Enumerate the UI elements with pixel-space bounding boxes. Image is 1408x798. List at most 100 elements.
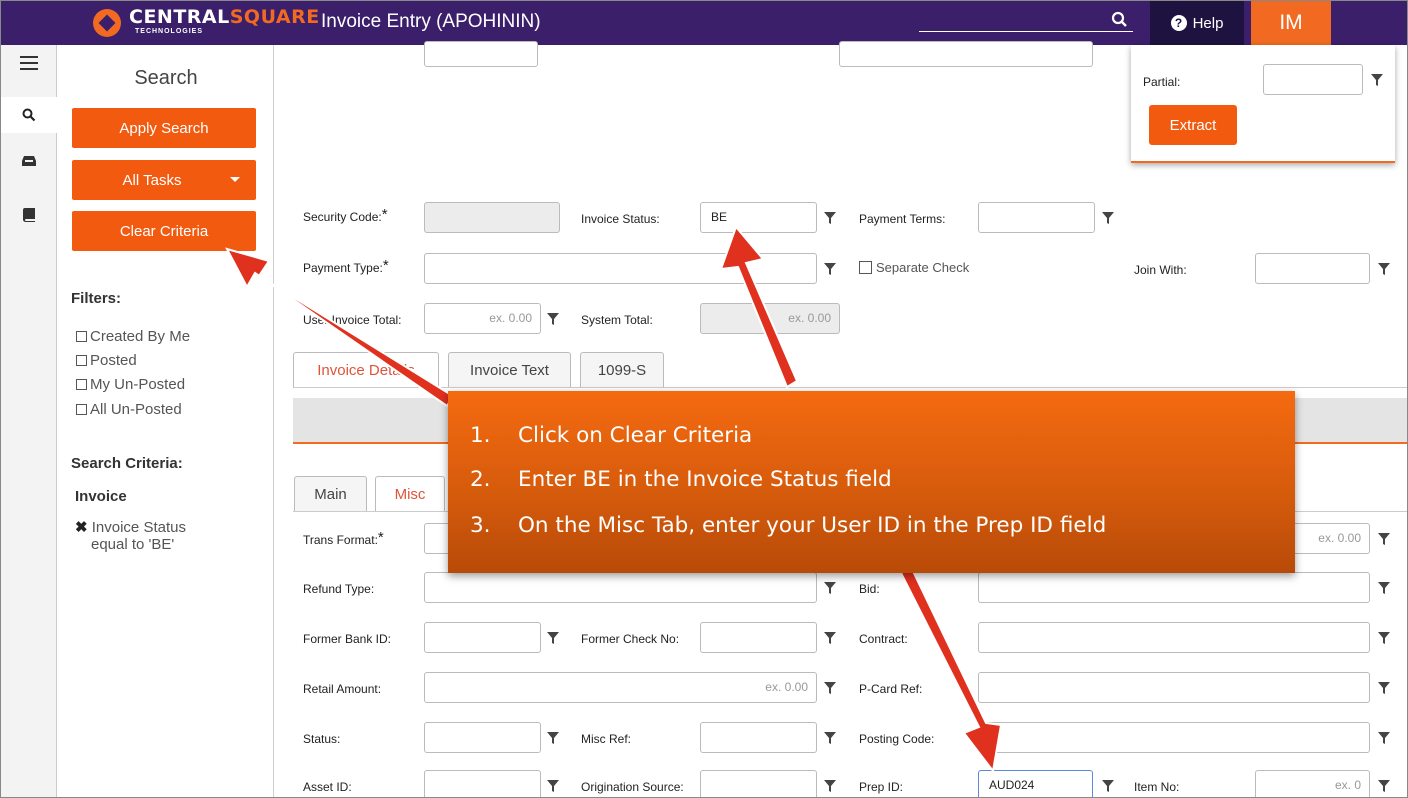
tab-invoice-details[interactable]: Invoice Details <box>293 352 439 388</box>
filter-icon[interactable] <box>1102 780 1114 792</box>
filter-all-un-posted[interactable]: All Un-Posted <box>76 401 182 418</box>
former-check-no-field[interactable] <box>700 622 817 653</box>
callout-step-1: 1. Click on Clear Criteria <box>470 423 753 448</box>
partial-label: Partial: <box>1143 75 1181 89</box>
filter-icon[interactable] <box>824 732 836 744</box>
filter-icon[interactable] <box>824 780 836 792</box>
tab-misc[interactable]: Misc <box>375 476 445 512</box>
posting-code-field[interactable] <box>978 722 1370 753</box>
tab-main[interactable]: Main <box>294 476 367 512</box>
p-card-ref-field[interactable] <box>978 672 1370 703</box>
filter-icon[interactable] <box>547 732 559 744</box>
filter-icon[interactable] <box>824 682 836 694</box>
brand-subtitle: TECHNOLOGIES <box>135 28 204 35</box>
criteria-group-invoice: Invoice <box>75 488 127 505</box>
tab-invoice-text[interactable]: Invoice Text <box>448 352 571 388</box>
user-avatar[interactable]: IM <box>1251 1 1331 45</box>
misc-ref-label: Misc Ref: <box>581 732 632 746</box>
top-field-a[interactable] <box>424 41 538 67</box>
inbox-icon[interactable] <box>1 143 57 179</box>
criteria-item: ✖ Invoice Status equal to 'BE' <box>75 519 186 553</box>
retail-amount-field[interactable]: ex. 0.00 <box>424 672 817 703</box>
filter-icon[interactable] <box>1378 732 1390 744</box>
filter-icon[interactable] <box>824 632 836 644</box>
tab-1099-s[interactable]: 1099-S <box>580 352 664 388</box>
filter-icon[interactable] <box>1371 74 1383 86</box>
security-code-label: Security Code:* <box>303 206 388 224</box>
global-search-input[interactable] <box>919 31 1133 32</box>
filter-icon[interactable] <box>547 780 559 792</box>
icon-rail <box>1 45 57 797</box>
filter-icon[interactable] <box>1378 263 1390 275</box>
system-total-label: System Total: <box>581 313 653 327</box>
security-code-field[interactable] <box>424 202 560 233</box>
status-field[interactable] <box>424 722 541 753</box>
filter-icon[interactable] <box>547 313 559 325</box>
search-icon[interactable] <box>1 97 57 133</box>
filter-icon[interactable] <box>824 212 836 224</box>
asset-id-field[interactable] <box>424 770 541 797</box>
user-invoice-total-label: User Invoice Total: <box>303 313 402 327</box>
filter-icon[interactable] <box>1378 632 1390 644</box>
checkbox-icon <box>76 379 87 390</box>
invoice-status-label: Invoice Status: <box>581 212 660 226</box>
help-label: Help <box>1192 14 1224 32</box>
filter-icon[interactable] <box>1378 533 1390 545</box>
filter-created-by-me[interactable]: Created By Me <box>76 328 190 345</box>
contract-label: Contract: <box>859 632 908 646</box>
help-button[interactable]: ? Help <box>1150 1 1244 45</box>
filter-icon[interactable] <box>547 632 559 644</box>
partial-field[interactable] <box>1263 64 1363 95</box>
screen: CENTRALSQUARE TECHNOLOGIES Invoice Entry… <box>0 0 1408 798</box>
top-field-b[interactable] <box>839 41 1093 67</box>
apply-search-button[interactable]: Apply Search <box>72 108 256 148</box>
remove-criteria-icon[interactable]: ✖ <box>75 519 88 536</box>
filter-posted[interactable]: Posted <box>76 352 137 369</box>
menu-icon[interactable] <box>1 45 57 81</box>
payment-terms-field[interactable] <box>978 202 1095 233</box>
misc-ref-field[interactable] <box>700 722 817 753</box>
refund-type-label: Refund Type: <box>303 582 375 596</box>
retail-amount-label: Retail Amount: <box>303 682 382 696</box>
all-tasks-dropdown[interactable]: All Tasks <box>72 160 256 200</box>
filter-my-un-posted[interactable]: My Un-Posted <box>76 376 185 393</box>
payment-type-label: Payment Type:* <box>303 257 389 275</box>
search-panel-title: Search <box>134 67 198 89</box>
bid-field[interactable] <box>978 572 1370 603</box>
bid-label: Bid: <box>859 582 880 596</box>
former-check-no-label: Former Check No: <box>581 632 680 646</box>
checkbox-icon <box>859 261 872 274</box>
extract-button[interactable]: Extract <box>1149 105 1237 145</box>
payment-terms-label: Payment Terms: <box>859 212 946 226</box>
filter-icon[interactable] <box>1102 212 1114 224</box>
item-no-field[interactable]: ex. 0 <box>1255 770 1370 797</box>
caret-down-icon <box>230 177 240 182</box>
refund-type-field[interactable] <box>424 572 817 603</box>
search-criteria-heading: Search Criteria: <box>71 455 183 472</box>
filter-icon[interactable] <box>1378 582 1390 594</box>
book-icon[interactable] <box>1 197 57 233</box>
trans-format-label: Trans Format:* <box>303 529 384 547</box>
origination-source-field[interactable] <box>700 770 817 797</box>
callout-step-3: 3. On the Misc Tab, enter your User ID in… <box>470 513 1107 538</box>
join-with-field[interactable] <box>1255 253 1370 284</box>
brand-logo: CENTRALSQUARE <box>93 7 320 37</box>
help-icon: ? <box>1170 15 1187 31</box>
user-invoice-total-field[interactable]: ex. 0.00 <box>424 303 541 334</box>
filter-icon[interactable] <box>1378 780 1390 792</box>
former-bank-id-field[interactable] <box>424 622 541 653</box>
invoice-status-field[interactable]: BE <box>700 202 817 233</box>
system-total-field: ex. 0.00 <box>700 303 840 334</box>
contract-field[interactable] <box>978 622 1370 653</box>
all-tasks-label: All Tasks <box>122 171 182 189</box>
filter-icon[interactable] <box>1378 682 1390 694</box>
filter-icon[interactable] <box>824 582 836 594</box>
search-icon[interactable] <box>1111 11 1129 29</box>
join-with-label: Join With: <box>1134 263 1187 277</box>
filter-icon[interactable] <box>824 263 836 275</box>
separate-check-checkbox[interactable]: Separate Check <box>859 260 969 275</box>
payment-type-field[interactable] <box>424 253 817 284</box>
status-label: Status: <box>303 732 341 746</box>
clear-criteria-button[interactable]: Clear Criteria <box>72 211 256 251</box>
prep-id-field[interactable]: AUD024 <box>978 770 1093 797</box>
